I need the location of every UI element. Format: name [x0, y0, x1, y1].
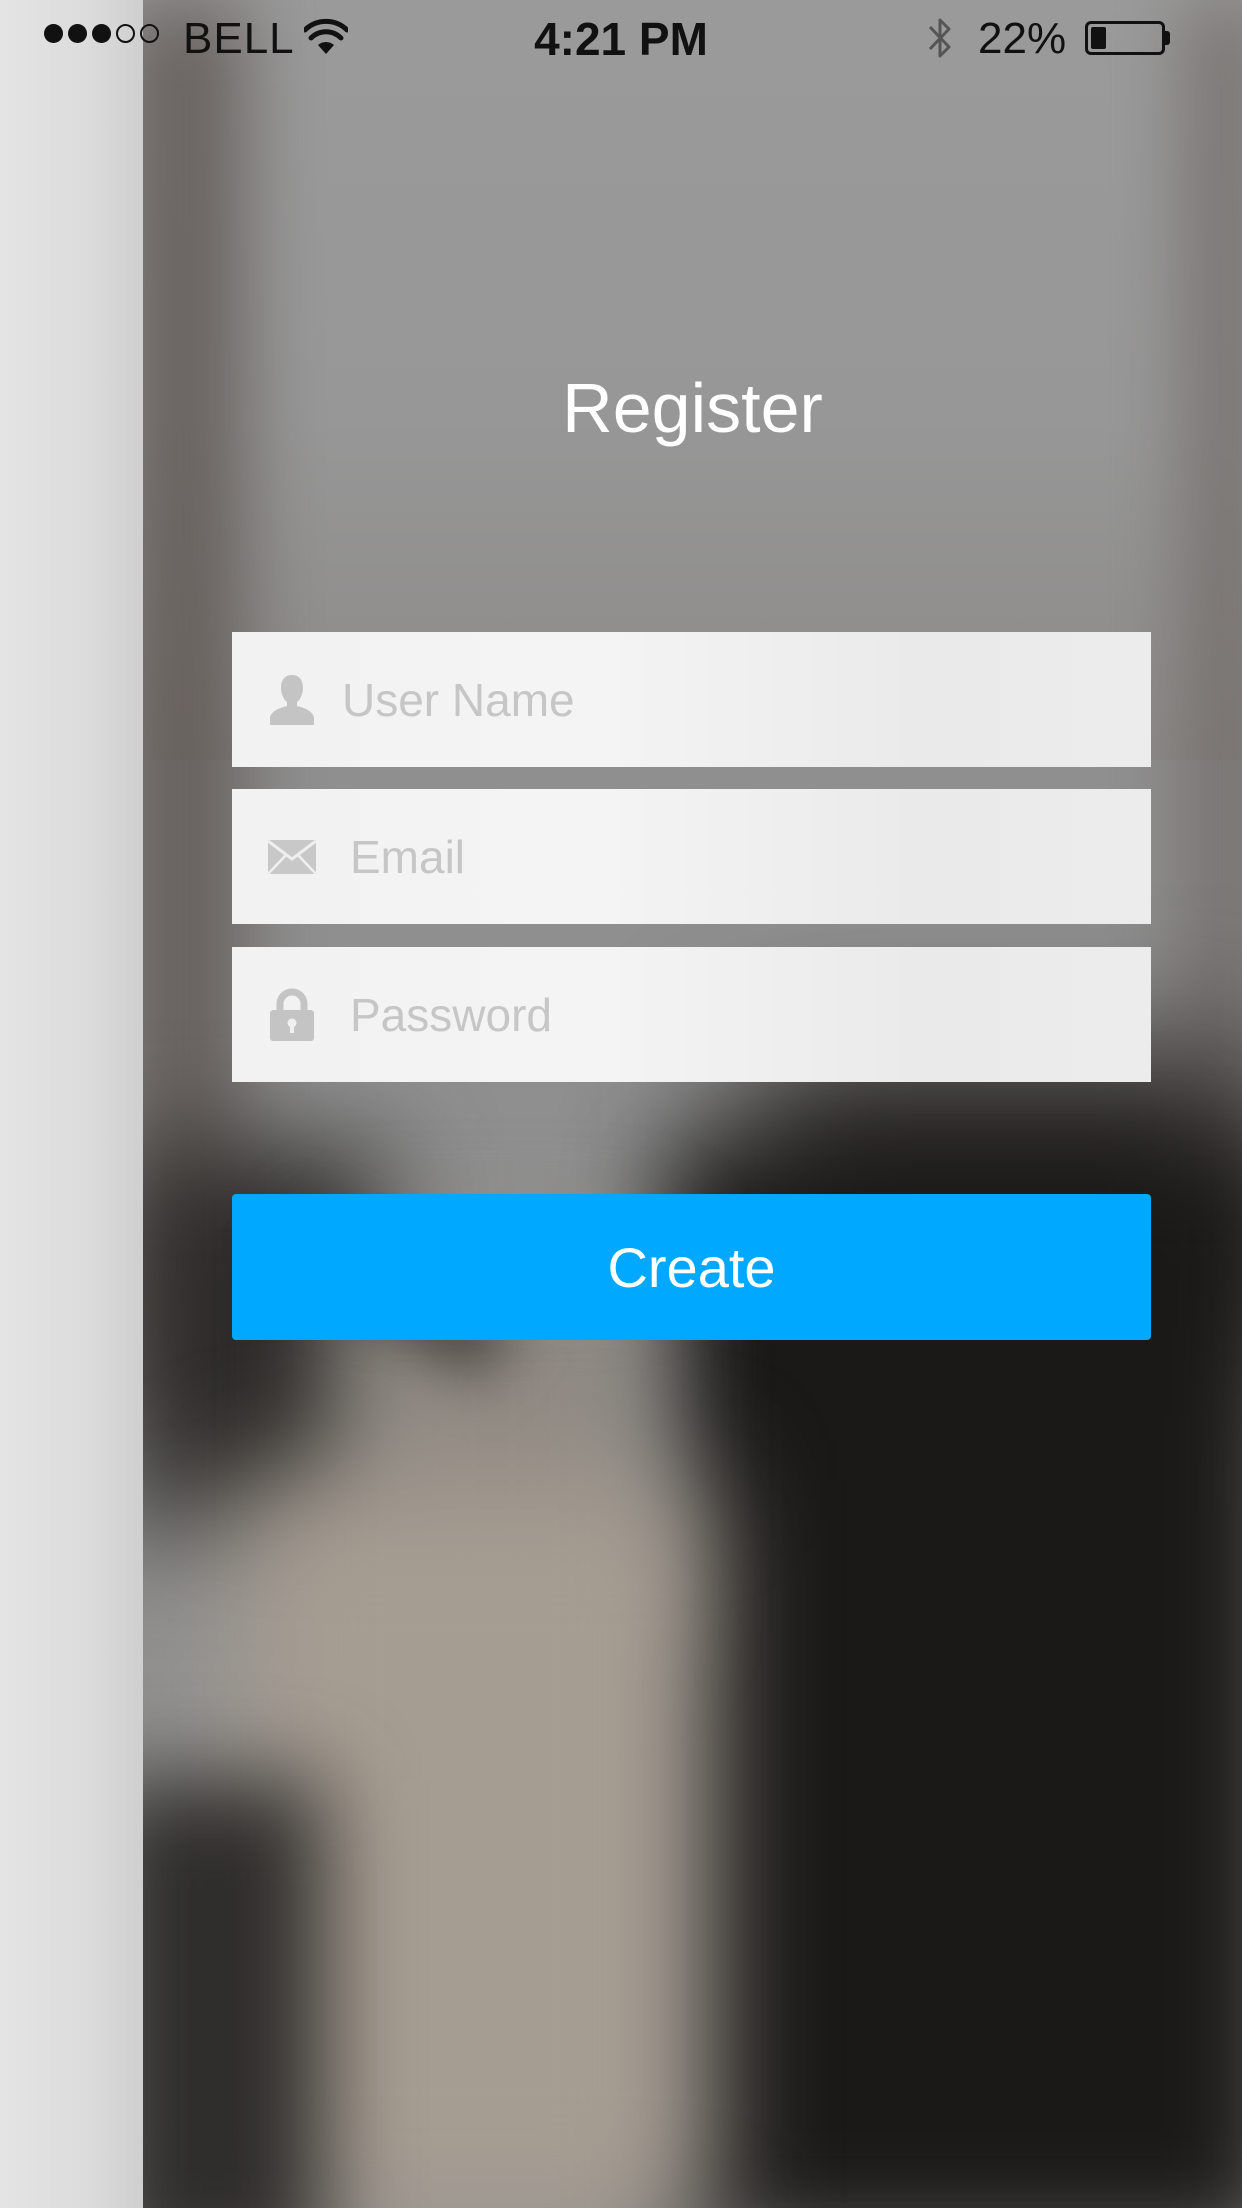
background-photo [143, 0, 1242, 2208]
password-field[interactable]: Password [232, 947, 1151, 1082]
lock-icon [266, 988, 318, 1042]
side-panel [0, 0, 143, 2208]
battery-percent: 22% [978, 14, 1067, 63]
password-placeholder: Password [350, 988, 552, 1041]
envelope-icon [266, 830, 318, 884]
bluetooth-icon [928, 18, 951, 58]
email-field[interactable]: Email [232, 789, 1151, 924]
register-screen: BELL 4:21 PM 22% Register User Name Emai… [0, 0, 1242, 2208]
page-title: Register [562, 369, 823, 447]
user-icon [266, 673, 318, 727]
username-placeholder: User Name [342, 673, 575, 726]
email-placeholder: Email [350, 830, 466, 883]
username-field[interactable]: User Name [232, 632, 1151, 767]
status-bar: BELL 4:21 PM 22% [0, 0, 1242, 76]
battery-icon [1085, 21, 1165, 55]
create-button[interactable]: Create [232, 1194, 1151, 1340]
